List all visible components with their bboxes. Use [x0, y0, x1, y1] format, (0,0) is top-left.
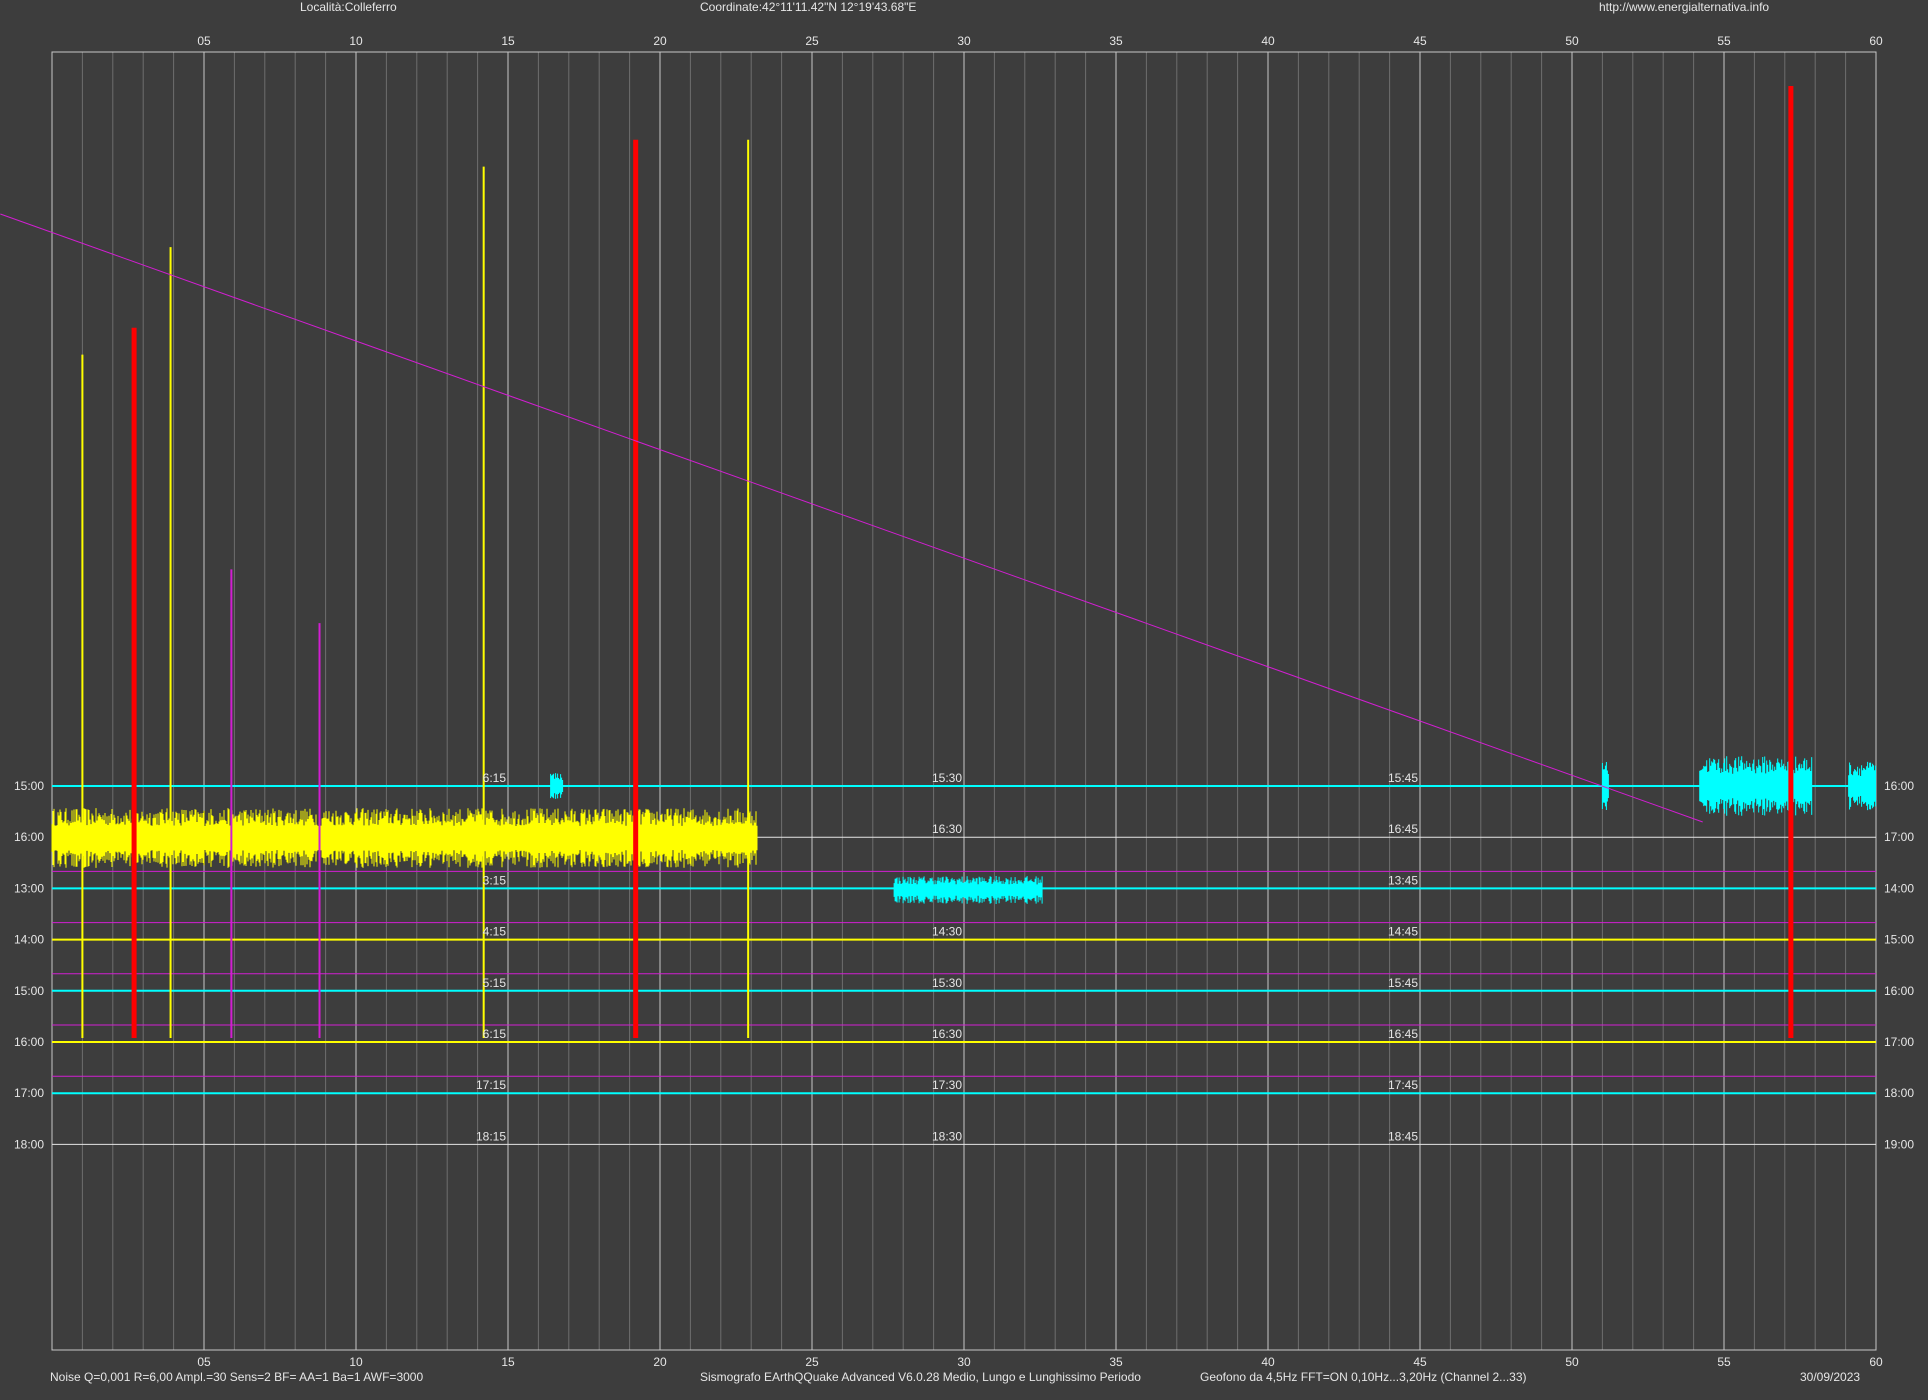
row-time-left: 14:00: [14, 933, 44, 947]
row-time-left: 15:00: [14, 779, 44, 793]
row-time-left: 15:00: [14, 984, 44, 998]
x-tick-label-bottom: 50: [1565, 1355, 1579, 1369]
cyan-burst: [1699, 756, 1813, 816]
row-mark-label: 14:30: [932, 925, 962, 939]
x-tick-label-top: 10: [349, 34, 363, 48]
x-tick-label-top: 40: [1261, 34, 1275, 48]
row-time-left: 18:00: [14, 1137, 44, 1151]
row-time-left: 13:00: [14, 881, 44, 895]
x-tick-label-bottom: 45: [1413, 1355, 1427, 1369]
row-mark-label: 17:15: [476, 1078, 506, 1092]
x-tick-label-top: 20: [653, 34, 667, 48]
row-time-right: 16:00: [1884, 984, 1914, 998]
x-tick-label-bottom: 30: [957, 1355, 971, 1369]
x-tick-label-top: 60: [1869, 34, 1883, 48]
trend-line: [0, 213, 1703, 823]
x-tick-label-bottom: 60: [1869, 1355, 1883, 1369]
x-tick-label-bottom: 05: [197, 1355, 211, 1369]
yellow-noise-band: [51, 808, 758, 868]
row-mark-label: 18:15: [476, 1129, 506, 1143]
cyan-burst: [550, 773, 564, 799]
row-mark-label: 18:45: [1388, 1129, 1418, 1143]
row-mark-label: 5:15: [483, 976, 507, 990]
row-mark-label: 18:30: [932, 1129, 962, 1143]
row-mark-label: 4:15: [483, 925, 507, 939]
x-tick-label-bottom: 20: [653, 1355, 667, 1369]
row-mark-label: 6:15: [483, 771, 507, 785]
chart-grid: [51, 51, 1877, 1351]
cyan-burst: [1848, 761, 1877, 811]
row-time-right: 18:00: [1884, 1086, 1914, 1100]
row-time-left: 17:00: [14, 1086, 44, 1100]
row-time-left: 16:00: [14, 830, 44, 844]
row-mark-label: 15:30: [932, 976, 962, 990]
row-mark-label: 16:45: [1388, 822, 1418, 836]
x-tick-label-top: 30: [957, 34, 971, 48]
footer-date: 30/09/2023: [1800, 1370, 1861, 1384]
row-time-right: 15:00: [1884, 933, 1914, 947]
footer-settings: Noise Q=0,001 R=6,00 Ampl.=30 Sens=2 BF=…: [50, 1370, 424, 1384]
seismograph-chart: 05 05 10 10 15 15 20 20 25 25 30 30 35 35 40 40 45 45 50 50…: [0, 34, 1914, 1369]
row-mark-label: 17:30: [932, 1078, 962, 1092]
row-time-right: 17:00: [1884, 830, 1914, 844]
x-tick-label-bottom: 35: [1109, 1355, 1123, 1369]
row-mark-label: 17:45: [1388, 1078, 1418, 1092]
row-mark-label: 16:30: [932, 1027, 962, 1041]
row-mark-label: 3:15: [483, 873, 507, 887]
cyan-burst: [893, 876, 1043, 904]
row-mark-label: 16:45: [1388, 1027, 1418, 1041]
x-tick-label-bottom: 55: [1717, 1355, 1731, 1369]
row-time-right: 19:00: [1884, 1137, 1914, 1151]
row-mark-label: 13:45: [1388, 873, 1418, 887]
row-mark-label: 6:15: [483, 1027, 507, 1041]
row-mark-label: 16:30: [932, 822, 962, 836]
footer-sensor: Geofono da 4,5Hz FFT=ON 0,10Hz...3,20Hz …: [1200, 1370, 1527, 1384]
row-mark-label: 15:45: [1388, 771, 1418, 785]
row-mark-label: 15:30: [932, 771, 962, 785]
x-tick-label-bottom: 10: [349, 1355, 363, 1369]
x-tick-label-bottom: 25: [805, 1355, 819, 1369]
row-mark-label: 15:45: [1388, 976, 1418, 990]
x-tick-label-top: 55: [1717, 34, 1731, 48]
x-tick-label-top: 45: [1413, 34, 1427, 48]
x-tick-label-top: 05: [197, 34, 211, 48]
x-tick-label-bottom: 15: [501, 1355, 515, 1369]
row-time-right: 17:00: [1884, 1035, 1914, 1049]
trend-line-path: [0, 213, 1703, 823]
x-tick-label-top: 25: [805, 34, 819, 48]
row-time-right: 14:00: [1884, 881, 1914, 895]
x-tick-label-top: 50: [1565, 34, 1579, 48]
row-mark-label: 14:45: [1388, 925, 1418, 939]
x-tick-label-top: 15: [501, 34, 515, 48]
x-tick-label-bottom: 40: [1261, 1355, 1275, 1369]
x-tick-label-top: 35: [1109, 34, 1123, 48]
row-time-right: 16:00: [1884, 779, 1914, 793]
row-time-left: 16:00: [14, 1035, 44, 1049]
footer-software: Sismografo EArthQQuake Advanced V6.0.28 …: [700, 1370, 1141, 1384]
